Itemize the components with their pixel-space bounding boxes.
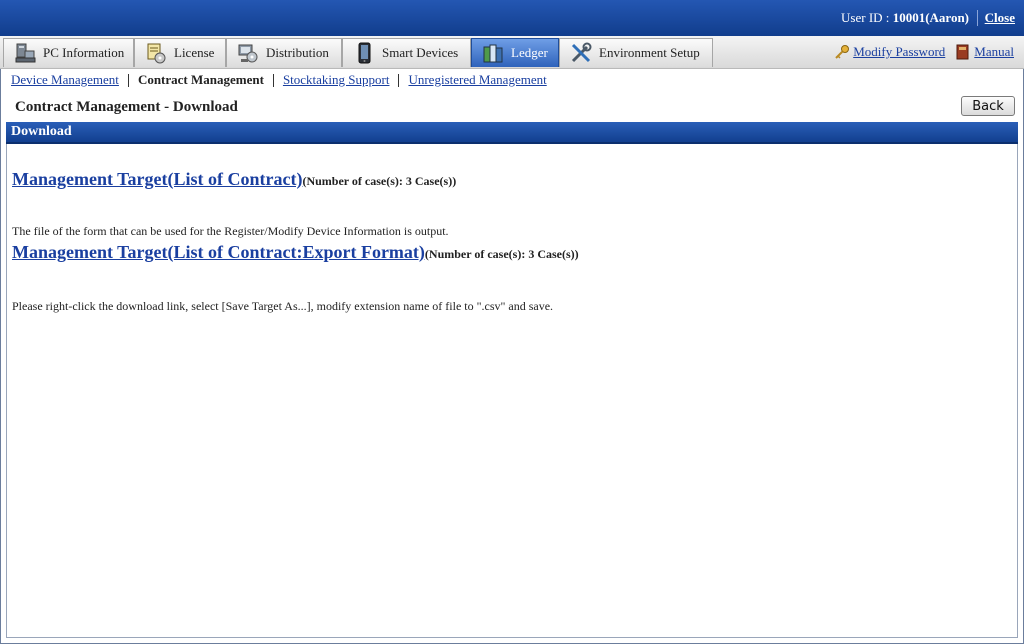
distribution-icon [237,42,259,64]
download-item: Management Target(List of Contract:Expor… [12,242,579,263]
close-link[interactable]: Close [985,10,1015,26]
tab-ledger[interactable]: Ledger [471,38,559,67]
tab-license[interactable]: License [134,38,226,67]
subnav-stocktaking-support[interactable]: Stocktaking Support [283,72,390,88]
user-id-label: User ID : [841,10,893,25]
subnav-unregistered-management[interactable]: Unregistered Management [408,72,546,88]
content-panel [6,144,1018,638]
page-title: Contract Management - Download [15,99,238,115]
key-icon [834,44,850,60]
download-list-of-contract-link[interactable]: Management Target(List of Contract) [12,169,302,189]
tab-label: Smart Devices [382,45,459,60]
subnav-device-management[interactable]: Device Management [11,72,119,88]
user-id-value: 10001(Aaron) [892,10,969,25]
download-item: Management Target(List of Contract)(Numb… [12,169,456,190]
case-count: (Number of case(s): 3 Case(s)) [302,174,457,188]
tab-environment-setup[interactable]: Environment Setup [559,38,713,67]
user-id-display: User ID : 10001(Aaron) [841,10,969,26]
download-export-format-link[interactable]: Management Target(List of Contract:Expor… [12,242,425,262]
modify-password-link[interactable]: Modify Password [853,44,945,60]
tab-label: License [174,45,215,60]
tools-icon [570,42,592,64]
tab-smart-devices[interactable]: Smart Devices [342,38,471,67]
sub-navigation: Device Management Contract Management St… [11,72,547,88]
tab-label: Ledger [511,45,548,60]
tab-label: PC Information [43,45,125,60]
save-instruction-note: Please right-click the download link, se… [12,299,554,313]
section-title: Download [11,124,72,139]
pc-icon [14,42,36,64]
utility-links: Modify Password Manual [834,44,1014,60]
subnav-divider [398,73,400,87]
case-count: (Number of case(s): 3 Case(s)) [424,247,579,261]
manual-link[interactable]: Manual [974,44,1014,60]
form-output-note: The file of the form that can be used fo… [12,224,449,238]
ledger-icon [482,42,504,64]
license-icon [145,42,167,64]
tab-label: Environment Setup [599,45,700,60]
tab-pc-information[interactable]: PC Information [3,38,134,67]
tab-distribution[interactable]: Distribution [226,38,342,67]
back-button[interactable]: Back [961,96,1015,116]
smartphone-icon [353,42,375,64]
manual-book-icon [955,44,971,60]
top-header-bar: User ID : 10001(Aaron) Close [0,0,1024,36]
subnav-divider [272,73,274,87]
subnav-divider [127,73,129,87]
tab-label: Distribution [266,45,329,60]
header-divider [977,10,978,26]
subnav-contract-management: Contract Management [137,72,264,87]
section-header: Download [6,122,1018,144]
